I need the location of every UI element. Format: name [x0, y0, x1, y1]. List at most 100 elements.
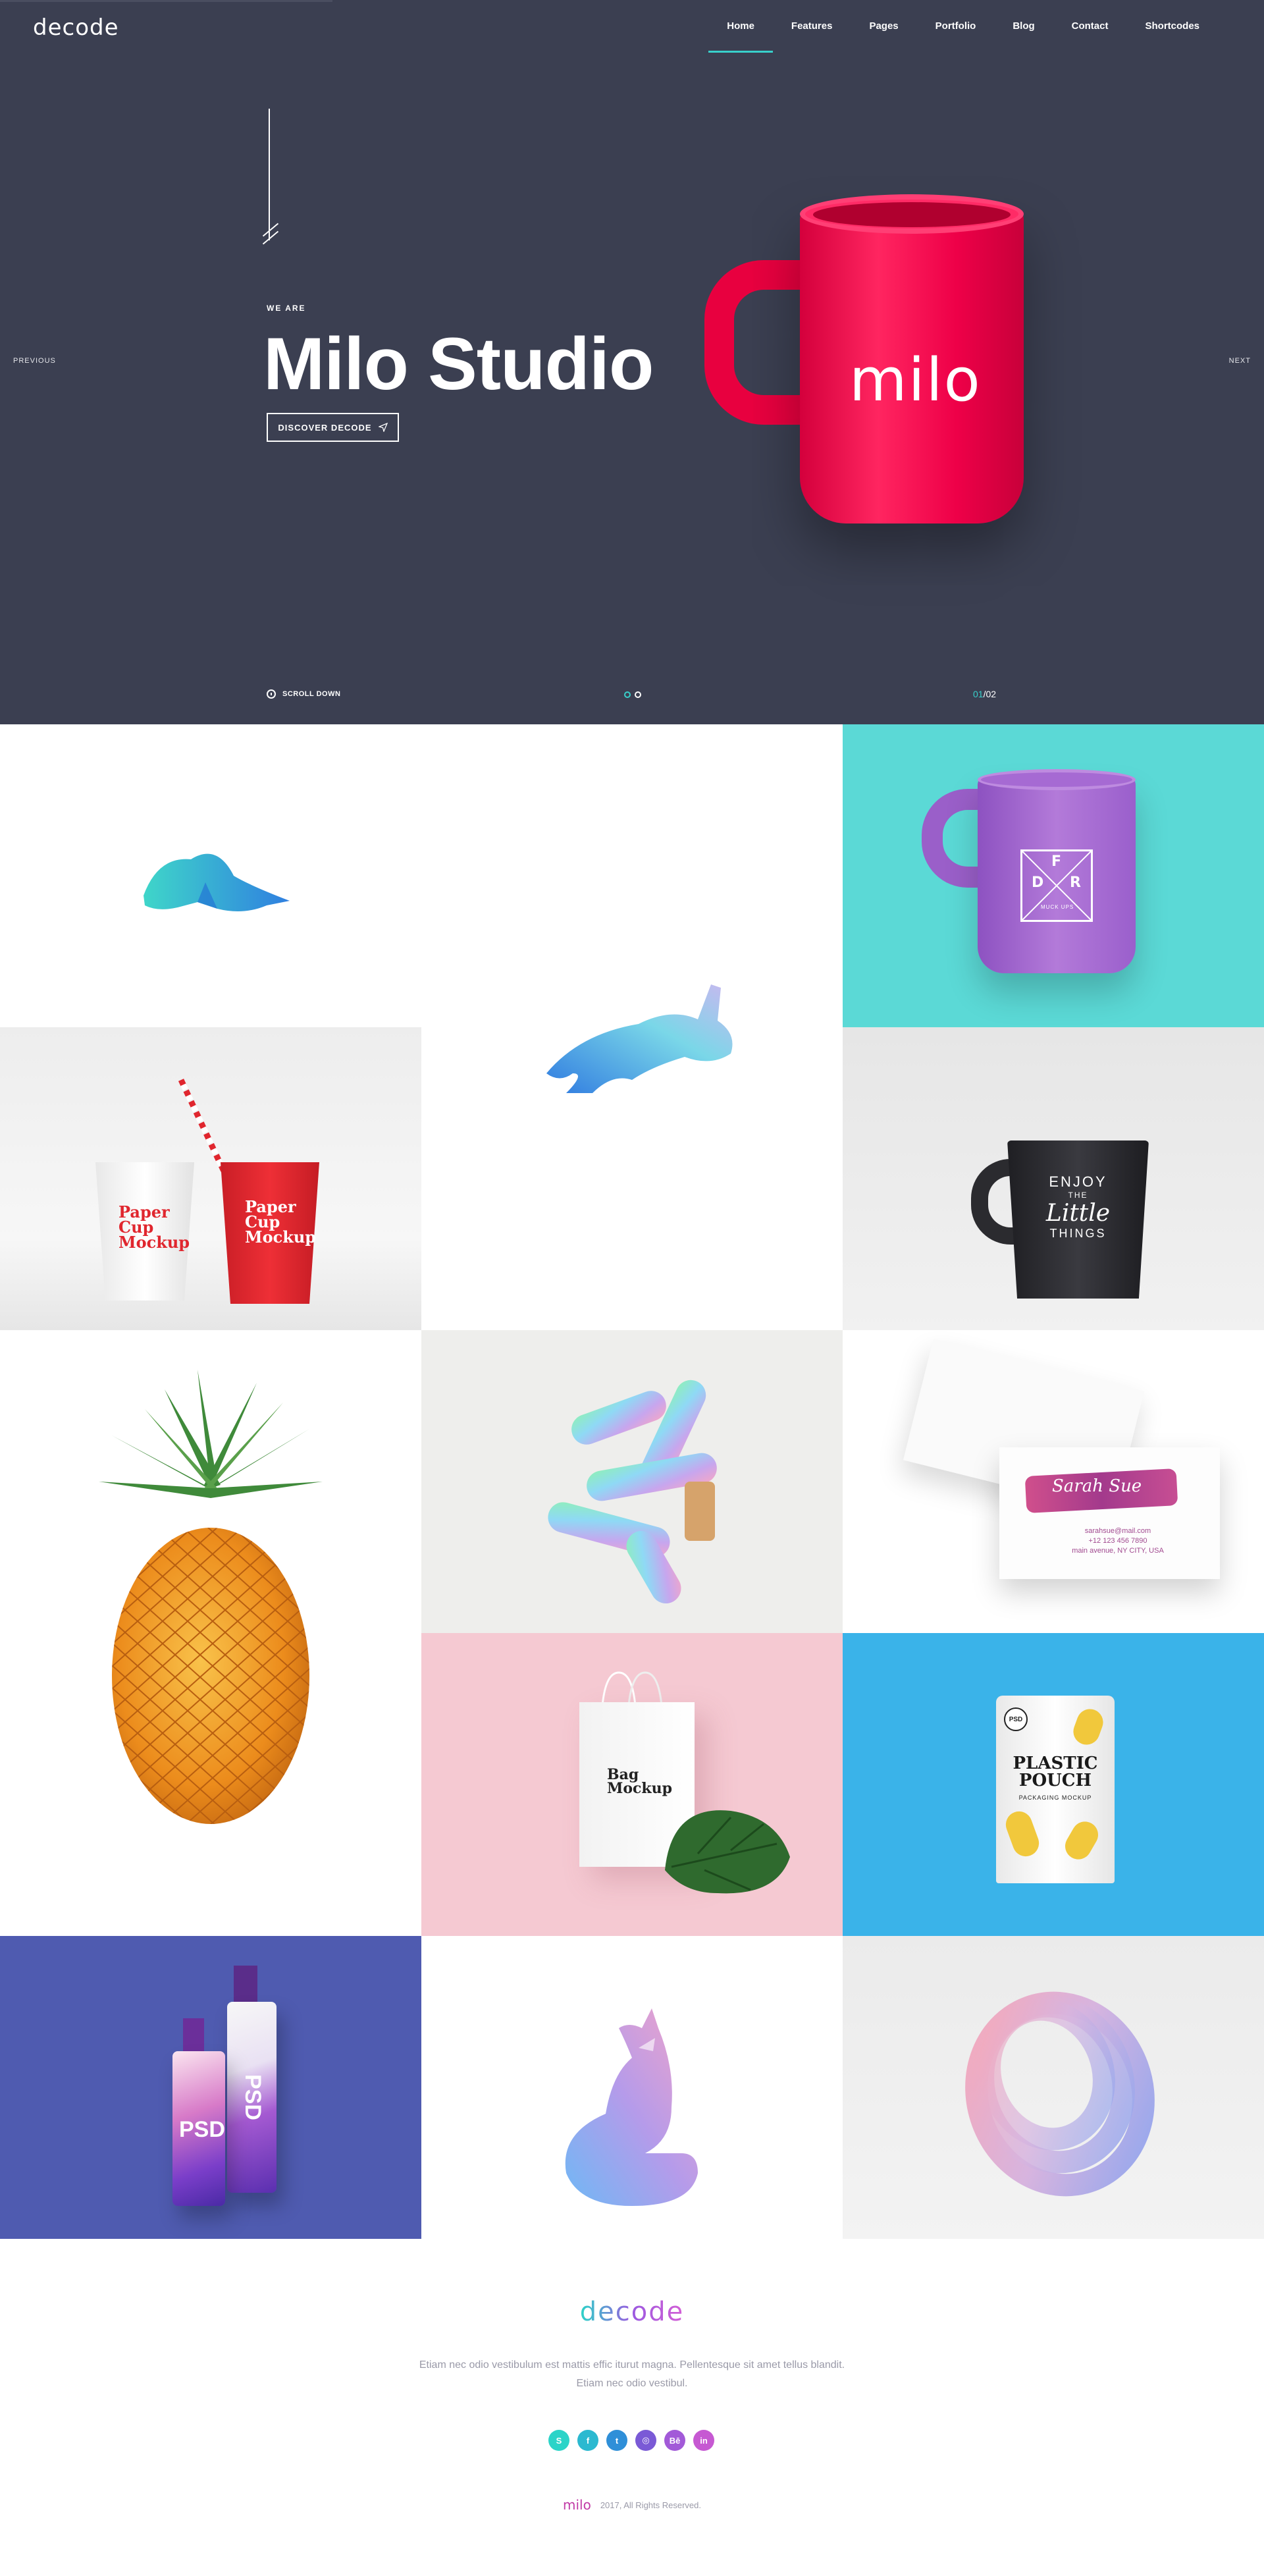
card-line: sarahsue@mail.com: [1084, 1527, 1151, 1535]
behance-icon[interactable]: Bē: [664, 2430, 685, 2451]
pineapple-image: [99, 1370, 323, 1824]
hero-slider: decode Home Features Pages Portfolio Blo…: [0, 0, 1264, 724]
discover-button[interactable]: DISCOVER DECODE: [267, 413, 399, 442]
copyright-text: 2017, All Rights Reserved.: [600, 2500, 702, 2510]
portfolio-item-gradient-rings[interactable]: [843, 1936, 1264, 2239]
decorative-vertical-line: [269, 109, 270, 240]
white-cup-label: Paper Cup Mockup: [118, 1204, 190, 1252]
portfolio-item-purple-mug[interactable]: F D R MUCK UPS: [843, 724, 1264, 1027]
social-links: S f t ◎ Bē in: [548, 2430, 714, 2451]
slide-counter: 01/02: [973, 689, 996, 699]
portfolio-item-rabbit[interactable]: [421, 724, 843, 1330]
pouch-text-line: POUCH: [1018, 1771, 1092, 1790]
purple-mug-badge: F D R MUCK UPS: [1020, 849, 1093, 922]
paper-plane-icon: [378, 423, 388, 432]
footer-logo[interactable]: decode: [0, 2297, 1264, 2327]
mug-logo-text: milo: [849, 346, 982, 415]
site-logo[interactable]: decode: [33, 14, 119, 41]
slider-dot-1[interactable]: [624, 691, 631, 698]
front-card: Sarah Sue sarahsue@mail.com +12 123 456 …: [999, 1447, 1220, 1579]
discover-button-label: DISCOVER DECODE: [278, 422, 372, 433]
tall-bottle: PSD: [227, 2002, 276, 2193]
next-slide-button[interactable]: NEXT: [1229, 357, 1251, 365]
twitter-icon[interactable]: t: [606, 2430, 627, 2451]
nav-item-pages[interactable]: Pages: [851, 18, 916, 53]
mug-text-line: THE: [1068, 1191, 1088, 1200]
bottle-cap: [234, 1966, 257, 2005]
skype-icon[interactable]: S: [548, 2430, 569, 2451]
red-cup-label: Paper Cup Mockup: [245, 1199, 317, 1247]
short-bottle-label: PSD: [179, 2117, 225, 2142]
slider-dot-2[interactable]: [635, 691, 641, 698]
footer-text-line: Etiam nec odio vestibul.: [576, 2378, 688, 2389]
card-line: main avenue, NY CITY, USA: [1072, 1547, 1164, 1555]
portfolio-item-plastic-pouch[interactable]: PSD PLASTIC POUCH PACKAGING MOCKUP: [843, 1633, 1264, 1936]
nav-item-contact[interactable]: Contact: [1053, 18, 1127, 53]
bottle-cap: [183, 2018, 204, 2054]
dribbble-icon[interactable]: ◎: [635, 2430, 656, 2451]
footer-description: Etiam nec odio vestibulum est mattis eff…: [369, 2356, 895, 2393]
mug-letter-f: F: [1051, 853, 1062, 870]
portfolio-item-gradient-shape[interactable]: [421, 1330, 843, 1633]
slider-progress-bar: [0, 0, 332, 2]
mug-badge-sub: MUCK UPS: [1041, 904, 1074, 910]
purple-mug-rim: [978, 769, 1136, 790]
hero-eyebrow: WE ARE: [267, 304, 306, 313]
mug-text-line: THINGS: [1049, 1227, 1107, 1240]
straw-image: [178, 1079, 234, 1187]
card-details: sarahsue@mail.com +12 123 456 7890 main …: [1065, 1526, 1171, 1556]
cup-text-line: Mockup: [245, 1227, 317, 1247]
main-nav: Home Features Pages Portfolio Blog Conta…: [708, 18, 1218, 53]
hero-title: Milo Studio: [263, 323, 654, 405]
pouch-text-line: PLASTIC: [1013, 1754, 1098, 1773]
gradient-shape-image: [548, 1380, 717, 1604]
nav-item-portfolio[interactable]: Portfolio: [917, 18, 995, 53]
scroll-down-label: SCROLL DOWN: [282, 690, 341, 698]
mug-letter-d: D: [1032, 874, 1044, 891]
nav-item-features[interactable]: Features: [773, 18, 851, 53]
banana-shape: [1002, 1808, 1043, 1860]
portfolio-item-business-cards[interactable]: Sarah Sue sarahsue@mail.com +12 123 456 …: [843, 1330, 1264, 1633]
scroll-down-link[interactable]: SCROLL DOWN: [267, 689, 340, 699]
hero-mug-image: milo: [685, 188, 1053, 550]
rabbit-logo-image: [546, 984, 733, 1093]
slide-current: 01: [973, 689, 984, 699]
gradient-fox-image: [565, 2008, 698, 2206]
monstera-leaf-image: [665, 1810, 790, 1894]
portfolio-item-paper-cups[interactable]: Paper Cup Mockup Paper Cup Mockup: [0, 1027, 421, 1330]
footer-logo-text: decode: [579, 2297, 685, 2327]
nav-item-blog[interactable]: Blog: [994, 18, 1053, 53]
slider-dots: [624, 691, 641, 698]
banana-shape: [1060, 1817, 1103, 1864]
linkedin-icon[interactable]: in: [693, 2430, 714, 2451]
gradient-rings-image: [965, 1991, 1155, 2197]
pouch-title: PLASTIC POUCH: [996, 1755, 1115, 1789]
portfolio-item-pineapple[interactable]: [0, 1330, 421, 1936]
pouch-badge: PSD: [1004, 1707, 1028, 1731]
mug-letter-r: R: [1070, 874, 1081, 891]
card-line: +12 123 456 7890: [1088, 1537, 1147, 1545]
footer-text-line: Etiam nec odio vestibulum est mattis eff…: [419, 2359, 845, 2371]
portfolio-item-black-mug[interactable]: ENJOY THE Little THINGS: [843, 1027, 1264, 1330]
copyright-logo[interactable]: milo: [563, 2497, 591, 2513]
nav-item-shortcodes[interactable]: Shortcodes: [1126, 18, 1218, 53]
pouch-body: PSD PLASTIC POUCH PACKAGING MOCKUP: [996, 1696, 1115, 1883]
decorative-slash: [262, 223, 279, 237]
mug-text-line: ENJOY: [1049, 1173, 1107, 1190]
prev-slide-button[interactable]: PREVIOUS: [13, 357, 56, 365]
portfolio-item-fox[interactable]: [0, 724, 421, 1027]
black-mug-text: ENJOY THE Little THINGS: [1007, 1173, 1149, 1241]
portfolio-item-spray-bottles[interactable]: PSD PSD: [0, 1936, 421, 2239]
nav-item-home[interactable]: Home: [708, 18, 773, 53]
cup-text-line: Mockup: [118, 1232, 190, 1252]
portfolio-item-gradient-fox[interactable]: [421, 1936, 843, 2239]
slide-total: /02: [983, 689, 997, 699]
mug-inside: [813, 202, 1011, 227]
mug-text-line: Little: [1045, 1200, 1111, 1227]
banana-shape: [1069, 1705, 1107, 1749]
mouse-icon: [267, 689, 276, 699]
copyright-bar: milo 2017, All Rights Reserved.: [0, 2497, 1264, 2513]
portfolio-item-bag-mockup[interactable]: Bag Mockup: [421, 1633, 843, 1936]
pouch-subtitle: PACKAGING MOCKUP: [1018, 1794, 1092, 1801]
facebook-icon[interactable]: f: [577, 2430, 598, 2451]
